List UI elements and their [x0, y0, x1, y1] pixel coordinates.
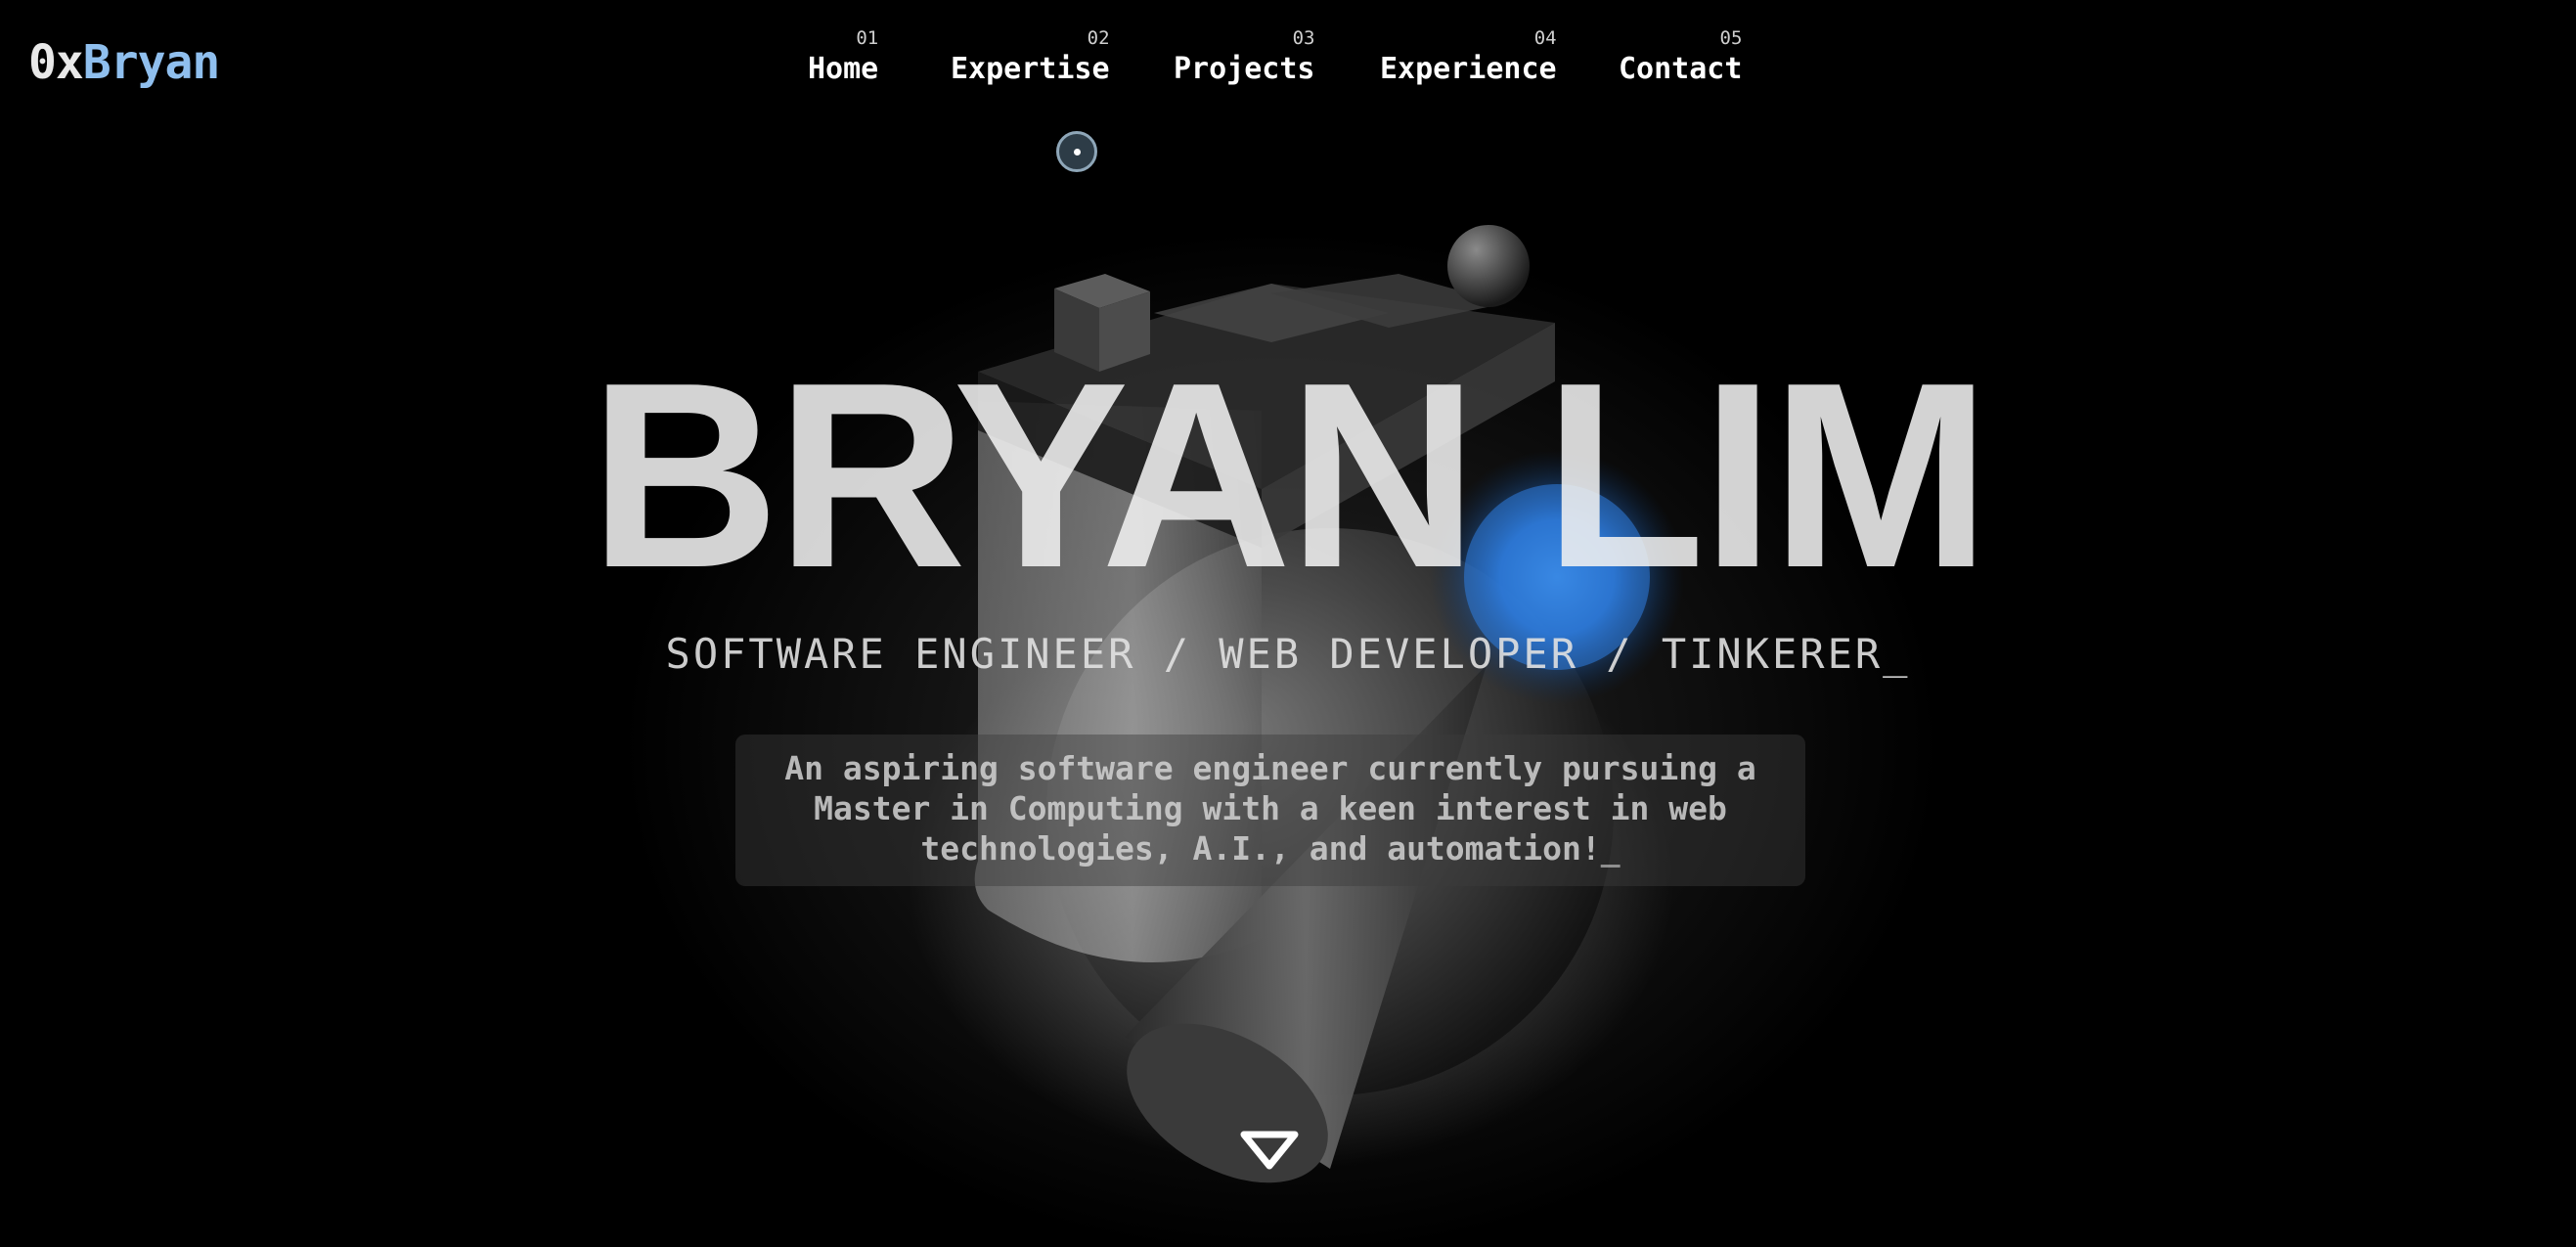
main-nav: 01 Home 02 Expertise 03 Projects 04 Expe…	[0, 27, 2576, 96]
nav-item-label: Expertise	[951, 52, 1110, 86]
hero-title: BRYAN LIM	[589, 329, 1990, 623]
hero-description: An aspiring software engineer currently …	[735, 735, 1805, 886]
nav-item-number: 01	[856, 27, 879, 49]
nav-item-number: 05	[1719, 27, 1743, 49]
nav-item-number: 02	[1087, 27, 1110, 49]
nav-item-number: 03	[1292, 27, 1315, 49]
cursor-dot-icon	[1056, 131, 1097, 172]
nav-item-contact[interactable]: 05 Contact	[1619, 27, 1742, 88]
nav-item-home[interactable]: 01 Home	[808, 27, 878, 88]
nav-item-label: Experience	[1380, 52, 1557, 86]
nav-item-projects[interactable]: 03 Projects	[1174, 27, 1315, 88]
nav-item-number: 04	[1533, 27, 1557, 49]
chevron-down-icon[interactable]	[1238, 1129, 1301, 1174]
hero-subtitle: SOFTWARE ENGINEER / WEB DEVELOPER / TINK…	[665, 630, 1911, 678]
hero-3d-background	[0, 0, 2576, 1247]
nav-item-label: Home	[808, 52, 879, 86]
nav-item-label: Projects	[1174, 52, 1315, 86]
nav-item-label: Contact	[1619, 52, 1743, 86]
nav-item-expertise[interactable]: 02 Expertise	[951, 27, 1110, 88]
nav-item-experience[interactable]: 04 Experience	[1380, 27, 1557, 88]
typing-caret: _	[1600, 829, 1621, 868]
